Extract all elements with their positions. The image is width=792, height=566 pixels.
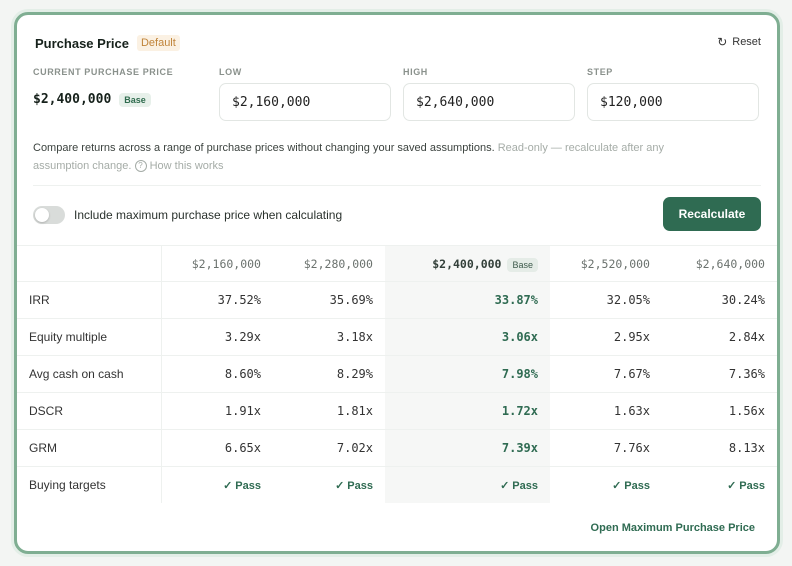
table-cell: 7.67% bbox=[550, 355, 662, 393]
row-label: IRR bbox=[17, 281, 161, 319]
toggle-label: Include maximum purchase price when calc… bbox=[74, 208, 343, 222]
check-icon: ✓ bbox=[223, 480, 233, 492]
default-tag: Default bbox=[136, 35, 180, 51]
table-cell-base: 1.72x bbox=[385, 392, 550, 430]
row-label: Buying targets bbox=[29, 478, 106, 492]
pass-cell-base: ✓ Pass bbox=[385, 466, 550, 503]
high-label: HIGH bbox=[403, 67, 428, 77]
table-cell: 6.65x bbox=[160, 429, 273, 467]
pass-label: Pass bbox=[624, 480, 650, 492]
pass-label: Pass bbox=[347, 480, 373, 492]
table-cell: 1.56x bbox=[662, 392, 777, 430]
row-label: Avg cash on cash bbox=[17, 355, 161, 393]
pass-cell: ✓ Pass bbox=[160, 466, 273, 503]
pass-label: Pass bbox=[235, 480, 261, 492]
check-icon: ✓ bbox=[727, 480, 737, 492]
table-cell: 30.24% bbox=[662, 281, 777, 319]
table-cell: 1.63x bbox=[550, 392, 662, 430]
description-main: Compare returns across a range of purcha… bbox=[33, 142, 495, 154]
table-row: GRM 6.65x 7.02x 7.39x 7.76x 8.13x bbox=[17, 429, 777, 467]
current-price-text: $2,400,000 bbox=[33, 92, 112, 107]
table-cell: 8.60% bbox=[160, 355, 273, 393]
include-max-price-toggle[interactable] bbox=[33, 206, 65, 224]
table-cell: 35.69% bbox=[273, 281, 385, 319]
max-price-option: Include maximum purchase price when calc… bbox=[33, 206, 342, 224]
high-input[interactable]: $2,640,000 bbox=[403, 83, 575, 121]
column-base-badge: Base bbox=[507, 257, 538, 272]
column-header: $2,640,000 bbox=[662, 245, 777, 282]
row-label: DSCR bbox=[17, 392, 161, 430]
table-cell-base: 7.98% bbox=[385, 355, 550, 393]
column-header: $2,520,000 bbox=[550, 245, 662, 282]
column-header: $2,280,000 bbox=[273, 245, 385, 282]
table-row: Avg cash on cash 8.60% 8.29% 7.98% 7.67%… bbox=[17, 355, 777, 393]
pass-cell: ✓ Pass bbox=[662, 467, 777, 504]
table-cell-base: 3.06x bbox=[385, 318, 550, 356]
step-label: STEP bbox=[587, 67, 613, 77]
toggle-knob bbox=[35, 208, 49, 222]
reset-button[interactable]: ↻ Reset bbox=[717, 35, 761, 49]
check-icon: ✓ bbox=[612, 480, 622, 492]
open-max-purchase-price-link[interactable]: Open Maximum Purchase Price bbox=[591, 522, 755, 534]
divider bbox=[33, 185, 761, 186]
column-header-base: $2,400,000 Base bbox=[385, 245, 550, 282]
table-cell: 2.95x bbox=[550, 318, 662, 356]
table-row: Equity multiple 3.29x 3.18x 3.06x 2.95x … bbox=[17, 318, 777, 356]
table-row: Buying targets ✓ Pass ✓ Pass ✓ Pass ✓ Pass ✓… bbox=[17, 466, 777, 504]
table-cell: 8.13x bbox=[662, 429, 777, 467]
sensitivity-table: $2,160,000 $2,280,000 $2,400,000 Base $2,… bbox=[17, 245, 777, 503]
table-cell: 7.02x bbox=[273, 429, 385, 467]
column-header-blank bbox=[17, 245, 161, 282]
table-cell: 3.18x bbox=[273, 318, 385, 356]
current-price-value: $2,400,000 Base bbox=[33, 92, 151, 107]
table-cell: 2.84x bbox=[662, 318, 777, 356]
reset-icon: ↻ bbox=[717, 35, 728, 49]
table-cell: 1.81x bbox=[273, 392, 385, 430]
column-header-base-value: $2,400,000 bbox=[432, 256, 502, 271]
table-cell-base: 7.39x bbox=[385, 429, 550, 467]
current-price-label: CURRENT PURCHASE PRICE bbox=[33, 67, 174, 77]
recalculate-button[interactable]: Recalculate bbox=[663, 197, 761, 231]
help-icon: ? bbox=[134, 160, 147, 173]
table-cell: 7.76x bbox=[550, 429, 662, 467]
purchase-price-panel: Purchase Price Default ↻ Reset CURRENT P… bbox=[14, 12, 780, 554]
pass-label: Pass bbox=[512, 480, 538, 492]
how-this-works-link[interactable]: How this works bbox=[150, 160, 224, 172]
pass-cell: ✓ Pass bbox=[273, 467, 385, 504]
low-label: LOW bbox=[219, 67, 242, 77]
table-cell: 1.91x bbox=[160, 392, 273, 430]
table-cell: 37.52% bbox=[160, 281, 273, 319]
table-cell: 8.29% bbox=[273, 355, 385, 393]
reset-label: Reset bbox=[732, 36, 761, 48]
base-badge: Base bbox=[119, 92, 151, 107]
panel-title: Purchase Price bbox=[35, 35, 129, 51]
pass-cell: ✓ Pass bbox=[550, 467, 662, 504]
check-icon: ✓ bbox=[500, 480, 510, 492]
table-cell: 3.29x bbox=[160, 318, 273, 356]
table-cell-base: 33.87% bbox=[385, 281, 550, 319]
step-input[interactable]: $120,000 bbox=[587, 83, 759, 121]
row-label: GRM bbox=[17, 429, 161, 467]
description: Compare returns across a range of purcha… bbox=[33, 139, 723, 175]
low-input[interactable]: $2,160,000 bbox=[219, 83, 391, 121]
table-cell: 7.36% bbox=[662, 355, 777, 393]
panel-header: Purchase Price Default bbox=[35, 35, 180, 51]
pass-label: Pass bbox=[739, 480, 765, 492]
table-row: IRR 37.52% 35.69% 33.87% 32.05% 30.24% bbox=[17, 281, 777, 319]
table-header-row: $2,160,000 $2,280,000 $2,400,000 Base $2,… bbox=[17, 245, 777, 282]
row-label: Equity multiple bbox=[17, 318, 161, 356]
check-icon: ✓ bbox=[335, 480, 345, 492]
column-header: $2,160,000 bbox=[160, 245, 273, 282]
table-cell: 32.05% bbox=[550, 281, 662, 319]
table-row: DSCR 1.91x 1.81x 1.72x 1.63x 1.56x bbox=[17, 392, 777, 430]
